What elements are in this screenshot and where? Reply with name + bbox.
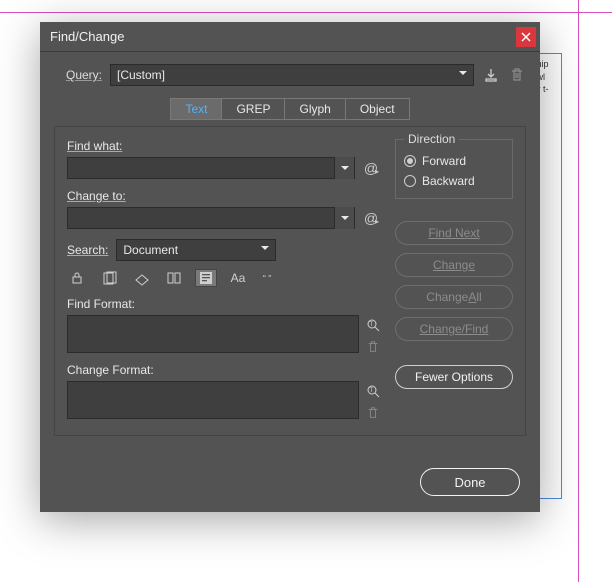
direction-group: Direction Forward Backward <box>395 139 513 199</box>
find-format-box[interactable] <box>67 315 359 353</box>
tab-text[interactable]: Text <box>170 98 222 120</box>
mode-tabs: Text GREP Glyph Object <box>54 98 526 120</box>
footnotes-icon <box>198 270 214 286</box>
hidden-layers-toggle[interactable] <box>131 269 153 287</box>
case-sensitive-toggle[interactable]: Aa <box>227 269 249 287</box>
dialog-titlebar[interactable]: Find/Change <box>40 22 540 52</box>
find-next-button[interactable]: Find Next <box>395 221 513 245</box>
svg-text:T: T <box>370 322 374 328</box>
change-to-input[interactable] <box>67 207 355 229</box>
change-format-label: Change Format: <box>67 363 381 377</box>
change-to-label: Change to: <box>67 189 381 203</box>
delete-query-button[interactable] <box>508 66 526 84</box>
search-label: Search: <box>67 243 108 257</box>
master-pages-icon <box>166 270 182 286</box>
direction-legend: Direction <box>404 132 459 146</box>
change-find-button[interactable]: Change/Find <box>395 317 513 341</box>
locked-stories-toggle[interactable] <box>99 269 121 287</box>
trash-icon <box>367 340 379 354</box>
direction-forward-radio[interactable]: Forward <box>404 154 504 168</box>
magnifier-icon: T <box>366 384 380 398</box>
svg-text:“ ”: “ ” <box>263 274 271 284</box>
tab-glyph[interactable]: Glyph <box>285 98 345 120</box>
change-button[interactable]: Change <box>395 253 513 277</box>
find-what-label: Find what: <box>67 139 381 153</box>
query-value: [Custom] <box>117 68 165 82</box>
change-to-dropdown[interactable] <box>334 207 354 229</box>
find-change-dialog: Find/Change Query: [Custom] Text GREP Gl… <box>40 22 540 512</box>
find-special-chars-button[interactable]: @▸ <box>361 160 381 176</box>
find-format-label: Find Format: <box>67 297 381 311</box>
done-button[interactable]: Done <box>420 468 520 496</box>
find-what-dropdown[interactable] <box>334 157 354 179</box>
trash-icon <box>510 67 524 83</box>
find-format-clear-button[interactable] <box>365 339 381 355</box>
search-scope-value: Document <box>123 243 178 257</box>
save-query-icon <box>483 67 499 83</box>
search-option-icons: Aa “ ” <box>67 269 381 287</box>
find-format-specify-button[interactable]: T <box>365 317 381 333</box>
svg-text:T: T <box>370 388 374 394</box>
locked-stories-icon <box>102 270 118 286</box>
tab-grep[interactable]: GREP <box>222 98 285 120</box>
query-label: Query: <box>54 68 102 82</box>
save-query-button[interactable] <box>482 66 500 84</box>
magnifier-icon: T <box>366 318 380 332</box>
change-special-chars-button[interactable]: @▸ <box>361 210 381 226</box>
locked-layers-icon <box>70 270 86 286</box>
change-format-specify-button[interactable]: T <box>365 383 381 399</box>
locked-layers-toggle[interactable] <box>67 269 89 287</box>
whole-word-icon: “ ” <box>262 270 278 286</box>
query-select[interactable]: [Custom] <box>110 64 474 86</box>
change-all-button[interactable]: Change All <box>395 285 513 309</box>
footnotes-toggle[interactable] <box>195 269 217 287</box>
fewer-options-button[interactable]: Fewer Options <box>395 365 513 389</box>
tab-object[interactable]: Object <box>346 98 410 120</box>
close-icon <box>521 32 531 42</box>
change-format-clear-button[interactable] <box>365 405 381 421</box>
hidden-layers-icon <box>134 270 150 286</box>
radio-unchecked-icon <box>404 175 416 187</box>
whole-word-toggle[interactable]: “ ” <box>259 269 281 287</box>
direction-backward-radio[interactable]: Backward <box>404 174 504 188</box>
search-scope-select[interactable]: Document <box>116 239 276 261</box>
change-format-box[interactable] <box>67 381 359 419</box>
radio-checked-icon <box>404 155 416 167</box>
dialog-title: Find/Change <box>50 29 516 44</box>
find-what-input[interactable] <box>67 157 355 179</box>
close-button[interactable] <box>516 27 536 47</box>
master-pages-toggle[interactable] <box>163 269 185 287</box>
trash-icon <box>367 406 379 420</box>
